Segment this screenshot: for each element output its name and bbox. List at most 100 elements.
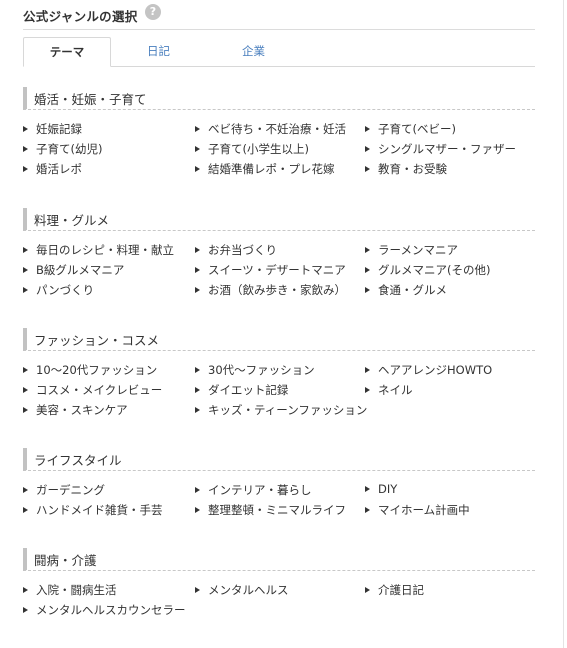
triangle-right-icon: [23, 407, 28, 413]
triangle-right-icon: [195, 166, 200, 172]
genre-link[interactable]: 入院・闘病生活: [23, 582, 117, 598]
genre-section: 料理・グルメ毎日のレシピ・料理・献立 お弁当づくり ラーメンマニア B級グルメマニア ス…: [23, 208, 535, 297]
section-header: 闘病・介護: [23, 548, 535, 571]
genre-link[interactable]: ラーメンマニア: [365, 242, 458, 258]
triangle-right-icon: [23, 367, 28, 373]
triangle-right-icon: [195, 407, 200, 413]
genre-link[interactable]: 食通・グルメ: [365, 282, 447, 298]
triangle-right-icon: [365, 486, 370, 492]
genre-link-label: 子育て(小学生以上): [208, 142, 309, 156]
help-icon[interactable]: ?: [145, 4, 161, 20]
genre-link[interactable]: 婚活レポ: [23, 161, 82, 177]
genre-link-label: 入院・闘病生活: [36, 583, 117, 597]
genre-link[interactable]: 子育て(幼児): [23, 141, 102, 157]
genre-link-label: 整理整頓・ミニマルライフ: [208, 503, 346, 517]
genre-link-label: ベビ待ち・不妊治療・妊活: [208, 122, 346, 136]
triangle-right-icon: [195, 487, 200, 493]
genre-link-label: キッズ・ティーンファッション: [208, 403, 368, 417]
genre-link-label: 30代～ファッション: [208, 363, 315, 377]
triangle-right-icon: [23, 126, 28, 132]
tab-company[interactable]: 企業: [206, 37, 301, 66]
genre-link[interactable]: お酒（飲み歩き・家飲み）: [195, 282, 346, 298]
triangle-right-icon: [365, 247, 370, 253]
genre-link-label: 美容・スキンケア: [36, 403, 128, 417]
genre-link[interactable]: スイーツ・デザートマニア: [195, 262, 346, 278]
genre-link-label: 妊娠記録: [36, 122, 82, 136]
triangle-right-icon: [195, 126, 200, 132]
triangle-right-icon: [365, 507, 370, 513]
genre-link[interactable]: ベビ待ち・不妊治療・妊活: [195, 121, 346, 137]
genre-link[interactable]: シングルマザー・ファザー: [365, 141, 516, 157]
genre-link-label: ダイエット記録: [208, 383, 289, 397]
genre-section: ライフスタイル ガーデニング インテリア・暮らし DIY ハンドメイド雑貨・手芸 整理整頓…: [23, 448, 535, 517]
genre-link[interactable]: 30代～ファッション: [195, 362, 315, 378]
genre-link[interactable]: インテリア・暮らし: [195, 482, 312, 498]
genre-link[interactable]: メンタルヘルス: [195, 582, 289, 598]
genre-link-label: 子育て(ベビー): [378, 122, 456, 136]
genre-link[interactable]: ハンドメイド雑貨・手芸: [23, 502, 163, 518]
triangle-right-icon: [195, 267, 200, 273]
genre-link[interactable]: 整理整頓・ミニマルライフ: [195, 502, 346, 518]
genre-link-label: シングルマザー・ファザー: [378, 142, 516, 156]
genre-link[interactable]: ネイル: [365, 382, 413, 398]
genre-link[interactable]: 結婚準備レポ・プレ花嫁: [195, 161, 335, 177]
triangle-right-icon: [195, 507, 200, 513]
genre-link[interactable]: お弁当づくり: [195, 242, 277, 258]
triangle-right-icon: [23, 387, 28, 393]
triangle-right-icon: [365, 267, 370, 273]
triangle-right-icon: [23, 587, 28, 593]
genre-link[interactable]: 10～20代ファッション: [23, 362, 157, 378]
triangle-right-icon: [365, 367, 370, 373]
genre-link-label: 毎日のレシピ・料理・献立: [36, 243, 174, 257]
genre-link-label: コスメ・メイクレビュー: [36, 383, 163, 397]
triangle-right-icon: [23, 487, 28, 493]
tab-theme[interactable]: テーマ: [23, 37, 111, 67]
genre-link-label: お酒（飲み歩き・家飲み）: [208, 283, 346, 297]
triangle-right-icon: [195, 247, 200, 253]
triangle-right-icon: [23, 166, 28, 172]
genre-link[interactable]: 妊娠記録: [23, 121, 82, 137]
genre-selection-panel: 公式ジャンルの選択 ? テーマ 日記 企業 婚活・妊娠・子育て 妊娠記録 ベビ待ち・…: [0, 0, 567, 648]
genre-link[interactable]: 毎日のレシピ・料理・献立: [23, 242, 174, 258]
genre-link[interactable]: 子育て(ベビー): [365, 121, 456, 137]
triangle-right-icon: [365, 146, 370, 152]
genre-link[interactable]: キッズ・ティーンファッション: [195, 402, 367, 418]
genre-link[interactable]: マイホーム計画中: [365, 502, 470, 518]
section-header: ファッション・コスメ: [23, 328, 535, 351]
section-title: 料理・グルメ: [34, 213, 110, 228]
genre-link[interactable]: パンづくり: [23, 282, 94, 298]
triangle-right-icon: [365, 287, 370, 293]
section-header: 料理・グルメ: [23, 208, 535, 231]
genre-link[interactable]: 介護日記: [365, 582, 424, 598]
genre-tabs: テーマ 日記 企業: [23, 37, 535, 67]
genre-link-label: ラーメンマニア: [378, 243, 459, 257]
genre-link-label: ハンドメイド雑貨・手芸: [36, 503, 163, 517]
genre-link[interactable]: ガーデニング: [23, 482, 105, 498]
genre-link[interactable]: メンタルヘルスカウンセラー: [23, 602, 186, 618]
triangle-right-icon: [23, 247, 28, 253]
genre-link[interactable]: コスメ・メイクレビュー: [23, 382, 162, 398]
genre-link[interactable]: ダイエット記録: [195, 382, 288, 398]
genre-link-label: 10～20代ファッション: [36, 363, 158, 377]
triangle-right-icon: [195, 146, 200, 152]
genre-link[interactable]: ヘアアレンジHOWTO: [365, 362, 492, 378]
page-title: 公式ジャンルの選択: [23, 9, 138, 24]
triangle-right-icon: [23, 507, 28, 513]
genre-link[interactable]: DIY: [365, 482, 397, 496]
tab-diary[interactable]: 日記: [111, 37, 206, 66]
genre-link-label: 婚活レポ: [36, 162, 82, 176]
genre-link[interactable]: 教育・お受験: [365, 161, 447, 177]
triangle-right-icon: [365, 387, 370, 393]
triangle-right-icon: [23, 287, 28, 293]
genre-section: ファッション・コスメ 10～20代ファッション 30代～ファッション ヘアアレンジHO…: [23, 328, 535, 417]
triangle-right-icon: [195, 367, 200, 373]
genre-link-label: 結婚準備レポ・プレ花嫁: [208, 162, 335, 176]
genre-link-label: インテリア・暮らし: [208, 483, 312, 497]
genre-link[interactable]: グルメマニア(その他): [365, 262, 490, 278]
genre-link-label: マイホーム計画中: [378, 503, 470, 517]
genre-link[interactable]: 子育て(小学生以上): [195, 141, 309, 157]
genre-link[interactable]: B級グルメマニア: [23, 262, 124, 278]
genre-link[interactable]: 美容・スキンケア: [23, 402, 128, 418]
section-title: 婚活・妊娠・子育て: [34, 92, 147, 107]
genre-link-label: 食通・グルメ: [378, 283, 447, 297]
